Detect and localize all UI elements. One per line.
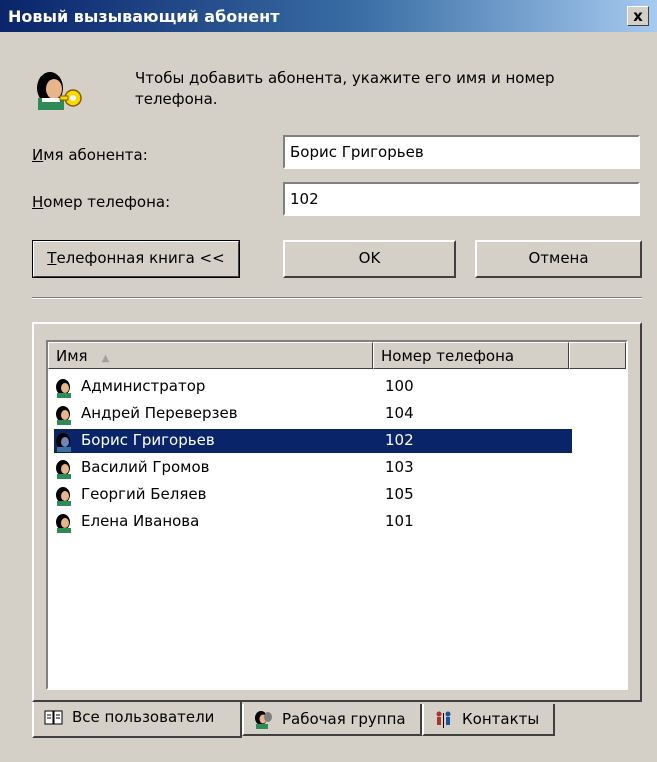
list-item[interactable]: Георгий Беляев 105 <box>48 482 626 508</box>
user-phone: 100 <box>385 377 414 395</box>
tab-workgroup[interactable]: Рабочая группа <box>242 704 422 736</box>
contacts-icon <box>436 711 451 728</box>
user-phone: 104 <box>385 404 414 422</box>
column-phone-label: Номер телефона <box>381 347 515 365</box>
user-icon <box>56 406 71 425</box>
user-name: Георгий Беляев <box>81 485 207 503</box>
phone-label-mnemonic: Н <box>32 193 44 211</box>
user-phone: 101 <box>385 512 414 530</box>
user-phone: 103 <box>385 458 414 476</box>
user-icon <box>56 433 71 452</box>
phone-label-text: омер телефона: <box>43 193 171 211</box>
tab-label: Контакты <box>462 710 540 728</box>
user-name: Андрей Переверзев <box>81 404 238 422</box>
name-label: Имя абонента: <box>32 146 148 164</box>
user-icon <box>56 487 71 506</box>
user-name: Василий Громов <box>81 458 210 476</box>
list-item[interactable]: Андрей Переверзев 104 <box>48 401 626 427</box>
intro-line-1: Чтобы добавить абонента, укажите его имя… <box>135 69 555 87</box>
phonebook-button[interactable]: Телефонная книга << <box>32 240 240 278</box>
user-phone: 102 <box>385 431 414 449</box>
tab-all-users[interactable]: Все пользователи <box>32 702 242 738</box>
column-header-name[interactable]: Имя ▲ <box>48 342 373 369</box>
ok-button[interactable]: OK <box>283 240 456 278</box>
book-icon <box>44 710 63 725</box>
user-name: Елена Иванова <box>81 512 200 530</box>
tab-label: Рабочая группа <box>282 710 406 728</box>
name-label-text: мя абонента: <box>43 146 148 164</box>
workgroup-icon <box>255 711 272 729</box>
tab-contacts[interactable]: Контакты <box>422 704 555 736</box>
name-field[interactable]: Борис Григорьев <box>283 135 640 169</box>
user-icon <box>56 379 71 398</box>
name-label-mnemonic: И <box>32 146 44 164</box>
user-list[interactable]: Имя ▲ Номер телефона Администратор 100 Ан… <box>46 340 628 690</box>
intro-message: Чтобы добавить абонента, укажите его имя… <box>135 68 615 110</box>
phone-field[interactable]: 102 <box>283 182 640 216</box>
phone-label: Номер телефона: <box>32 193 170 211</box>
user-key-icon <box>37 72 82 110</box>
user-phone: 105 <box>385 485 414 503</box>
intro-line-2: телефона. <box>135 90 218 108</box>
cancel-button[interactable]: Отмена <box>475 240 642 278</box>
close-button[interactable]: x <box>627 6 649 26</box>
list-header: Имя ▲ Номер телефона <box>48 342 626 369</box>
column-header-empty[interactable] <box>569 342 626 369</box>
list-item[interactable]: Администратор 100 <box>48 374 626 400</box>
sort-ascending-icon: ▲ <box>101 353 110 364</box>
tab-label: Все пользователи <box>72 708 215 726</box>
list-item[interactable]: Василий Громов 103 <box>48 455 626 481</box>
user-name: Администратор <box>81 377 206 395</box>
list-item-selected[interactable]: Борис Григорьев 102 <box>48 428 626 454</box>
user-icon <box>56 514 71 533</box>
list-item[interactable]: Елена Иванова 101 <box>48 509 626 535</box>
phonebook-label: елефонная книга << <box>56 249 225 267</box>
user-name: Борис Григорьев <box>81 431 215 449</box>
separator <box>32 297 642 299</box>
user-icon <box>56 460 71 479</box>
column-name-label: Имя <box>56 347 88 365</box>
column-header-phone[interactable]: Номер телефона <box>373 342 569 369</box>
title-bar: Новый вызывающий абонент x <box>0 0 657 32</box>
window-title: Новый вызывающий абонент <box>8 7 280 26</box>
